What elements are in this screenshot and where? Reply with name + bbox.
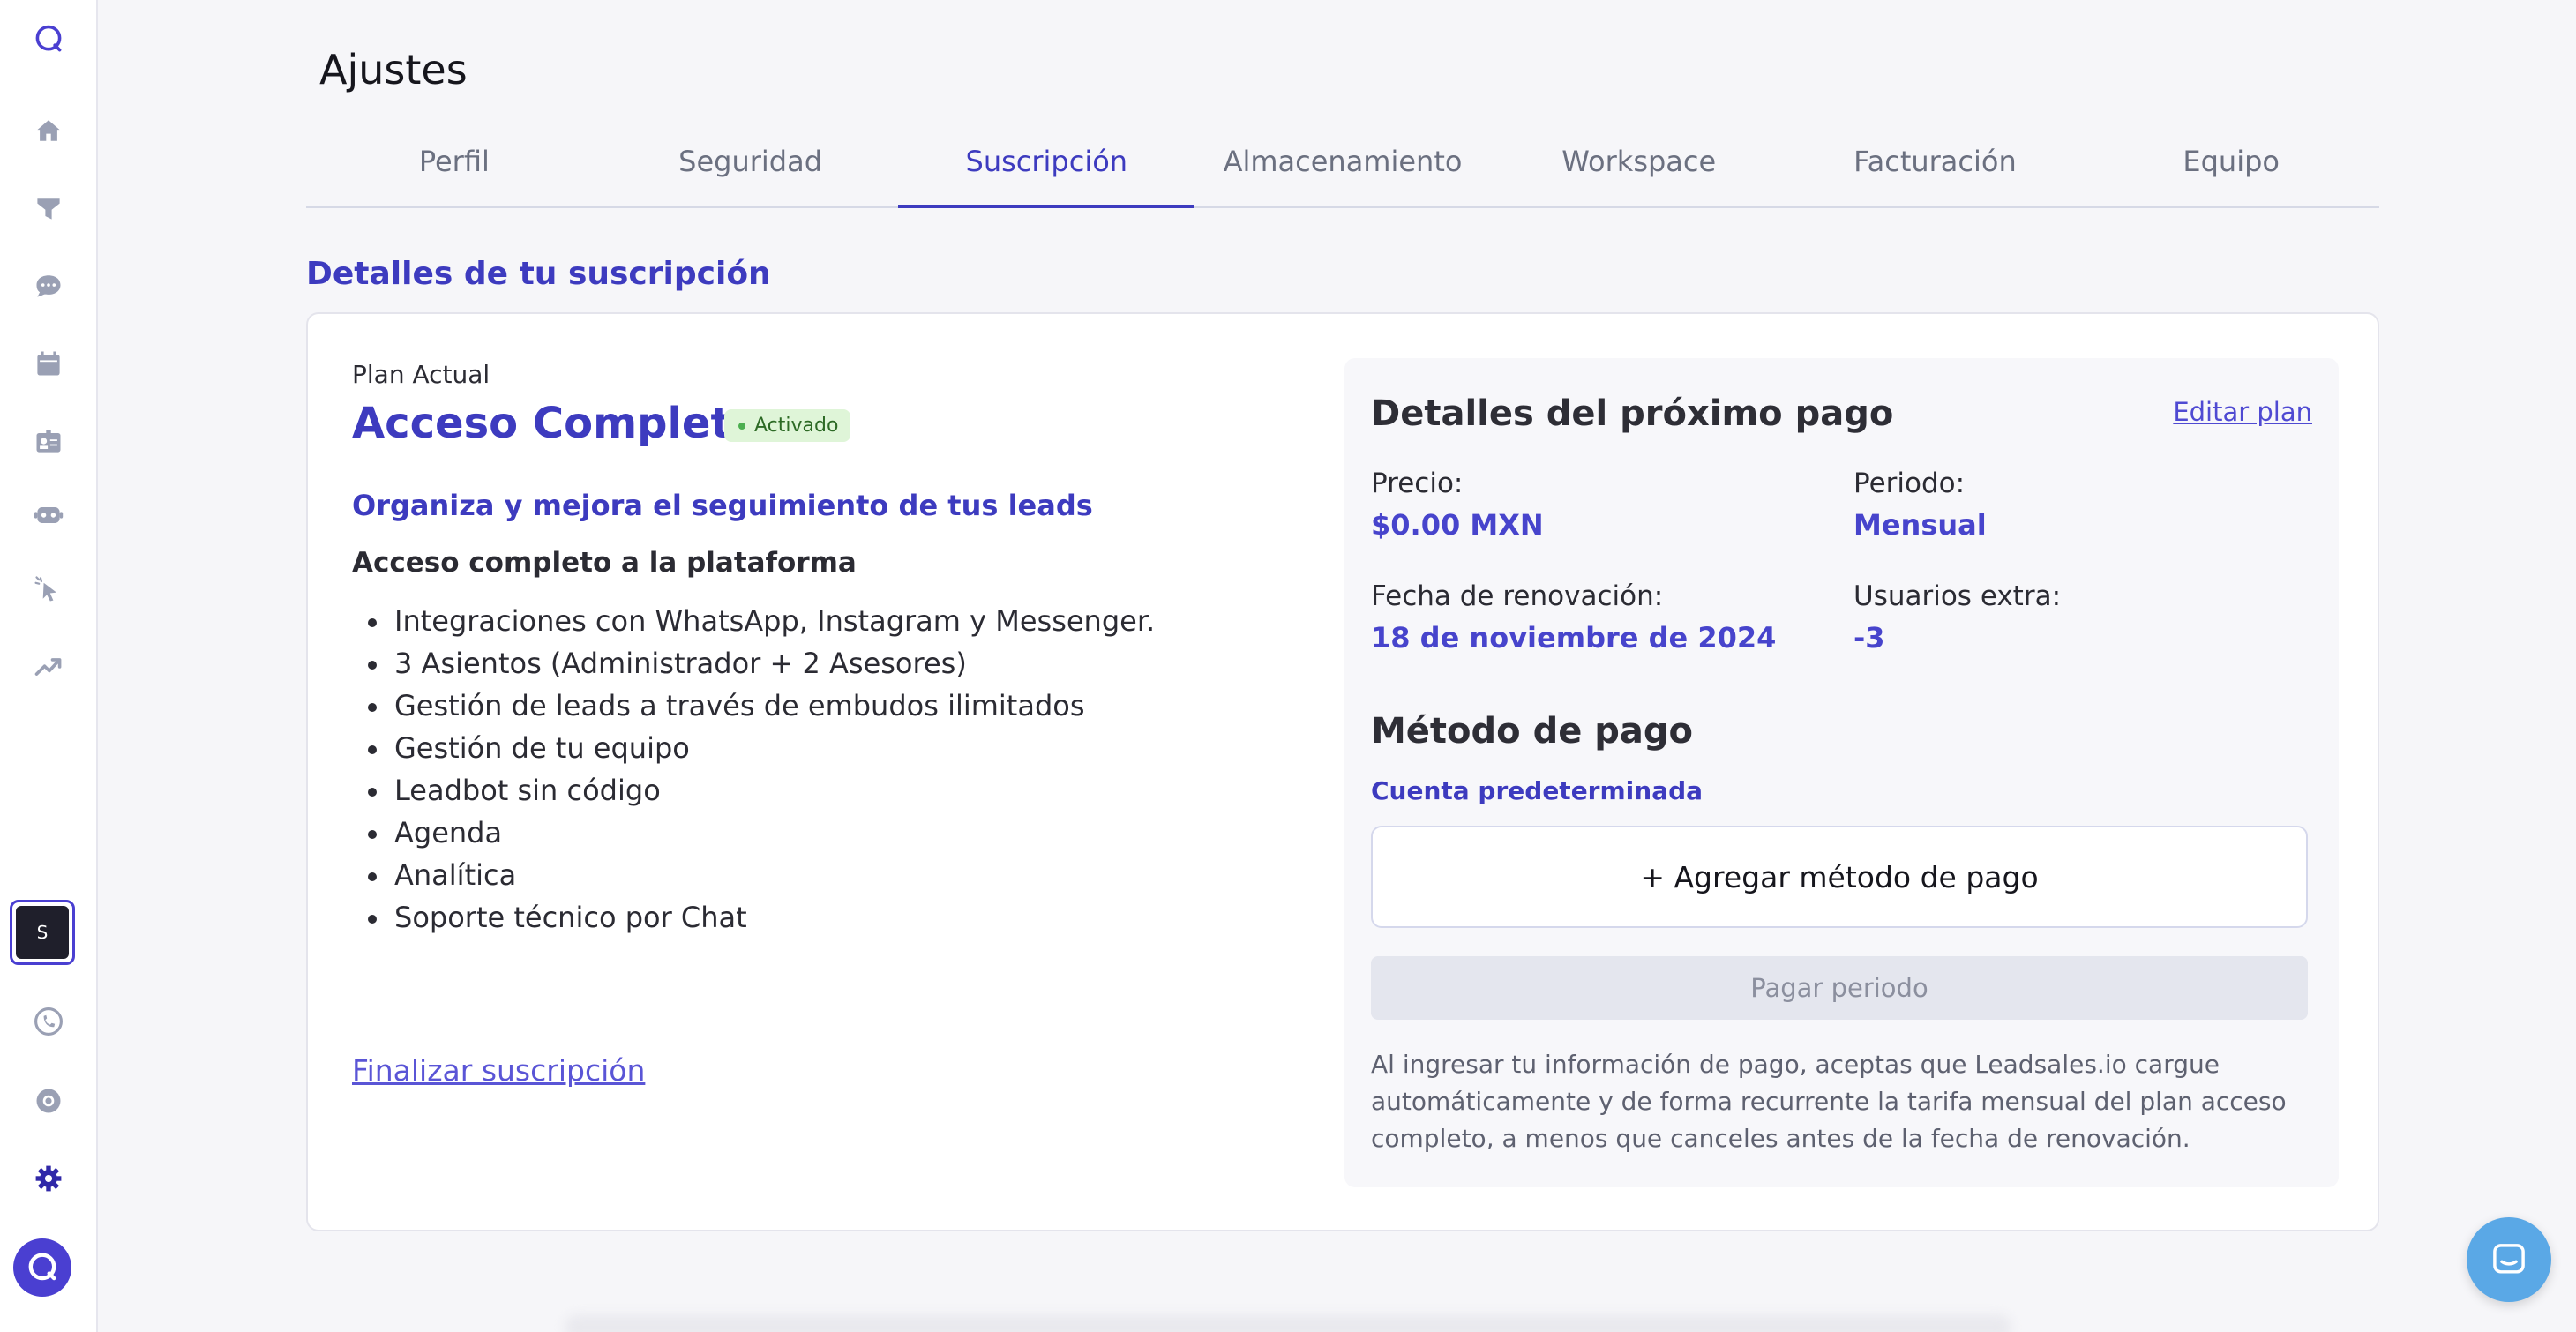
pay-period-button[interactable]: Pagar periodo bbox=[1371, 956, 2308, 1020]
tab-workspace[interactable]: Workspace bbox=[1491, 132, 1787, 206]
feature-item: Leadbot sin código bbox=[352, 769, 1155, 812]
funnel-icon[interactable] bbox=[31, 191, 66, 226]
plan-subtitle: Organiza y mejora el seguimiento de tus … bbox=[352, 489, 1093, 522]
payment-disclaimer: Al ingresar tu información de pago, acep… bbox=[1371, 1050, 2287, 1153]
feature-item: Gestión de leads a través de embudos ili… bbox=[352, 685, 1155, 727]
price-value: $0.00 MXN bbox=[1371, 508, 1544, 542]
feature-item: Integraciones con WhatsApp, Instagram y … bbox=[352, 600, 1155, 642]
logo-mark-icon bbox=[28, 1253, 56, 1281]
logo-icon[interactable] bbox=[31, 21, 66, 56]
trending-up-icon[interactable] bbox=[31, 649, 66, 685]
feature-item: Analítica bbox=[352, 854, 1155, 896]
tab-perfil[interactable]: Perfil bbox=[306, 132, 603, 206]
extra-users-value: -3 bbox=[1853, 621, 1885, 655]
tab-almacenamiento[interactable]: Almacenamiento bbox=[1194, 132, 1491, 206]
tab-facturacion[interactable]: Facturación bbox=[1787, 132, 2084, 206]
chat-icon[interactable] bbox=[31, 268, 66, 303]
payment-method-title: Método de pago bbox=[1371, 711, 1693, 752]
feature-item: Gestión de tu equipo bbox=[352, 727, 1155, 769]
bot-icon[interactable] bbox=[31, 498, 66, 533]
workspace-avatar[interactable]: S bbox=[10, 900, 75, 965]
plan-label: Plan Actual bbox=[352, 360, 490, 389]
home-icon[interactable] bbox=[31, 113, 66, 148]
cursor-click-icon[interactable] bbox=[31, 572, 66, 607]
calendar-icon[interactable] bbox=[31, 346, 66, 381]
workspace-initial: S bbox=[16, 906, 69, 959]
chat-bubble-icon bbox=[2493, 1244, 2525, 1274]
extra-users-label: Usuarios extra: bbox=[1853, 580, 2062, 612]
help-lifebuoy-icon[interactable] bbox=[31, 1083, 66, 1119]
finalize-subscription-link[interactable]: Finalizar suscripción bbox=[352, 1053, 645, 1088]
tab-suscripcion[interactable]: Suscripción bbox=[898, 132, 1194, 208]
period-label: Periodo: bbox=[1853, 468, 1966, 499]
feature-item: 3 Asientos (Administrador + 2 Asesores) bbox=[352, 642, 1155, 685]
section-title: Detalles de tu suscripción bbox=[306, 256, 771, 292]
whatsapp-icon[interactable] bbox=[31, 1004, 66, 1039]
payment-title: Detalles del próximo pago bbox=[1371, 393, 1894, 434]
support-chat-button[interactable] bbox=[2467, 1217, 2551, 1302]
contacts-icon[interactable] bbox=[31, 423, 66, 459]
bottom-shadow bbox=[565, 1314, 2011, 1332]
price-label: Precio: bbox=[1371, 468, 1464, 499]
renewal-value: 18 de noviembre de 2024 bbox=[1371, 621, 1777, 655]
add-payment-method-button[interactable]: + Agregar método de pago bbox=[1371, 826, 2308, 928]
tab-equipo[interactable]: Equipo bbox=[2083, 132, 2379, 206]
plan-heading: Acceso completo a la plataforma bbox=[352, 547, 857, 579]
plan-name: Acceso Completo bbox=[352, 399, 760, 448]
feature-item: Agenda bbox=[352, 812, 1155, 854]
edit-plan-link[interactable]: Editar plan bbox=[2173, 397, 2312, 427]
default-account-label: Cuenta predeterminada bbox=[1371, 776, 1704, 805]
status-badge: Activado bbox=[724, 409, 851, 442]
renewal-label: Fecha de renovación: bbox=[1371, 580, 1664, 612]
subscription-card: Plan Actual Acceso Completo Activado Org… bbox=[306, 312, 2379, 1231]
page-title: Ajustes bbox=[319, 46, 468, 94]
settings-tabs: Perfil Seguridad Suscripción Almacenamie… bbox=[306, 132, 2379, 208]
feature-item: Soporte técnico por Chat bbox=[352, 896, 1155, 939]
user-avatar[interactable] bbox=[13, 1238, 71, 1297]
sidebar: S bbox=[0, 0, 98, 1332]
period-value: Mensual bbox=[1853, 508, 1987, 542]
settings-gear-icon[interactable] bbox=[31, 1161, 66, 1196]
feature-list: Integraciones con WhatsApp, Instagram y … bbox=[352, 600, 1155, 939]
payment-panel: Detalles del próximo pago Editar plan Pr… bbox=[1344, 358, 2339, 1187]
tab-seguridad[interactable]: Seguridad bbox=[603, 132, 899, 206]
